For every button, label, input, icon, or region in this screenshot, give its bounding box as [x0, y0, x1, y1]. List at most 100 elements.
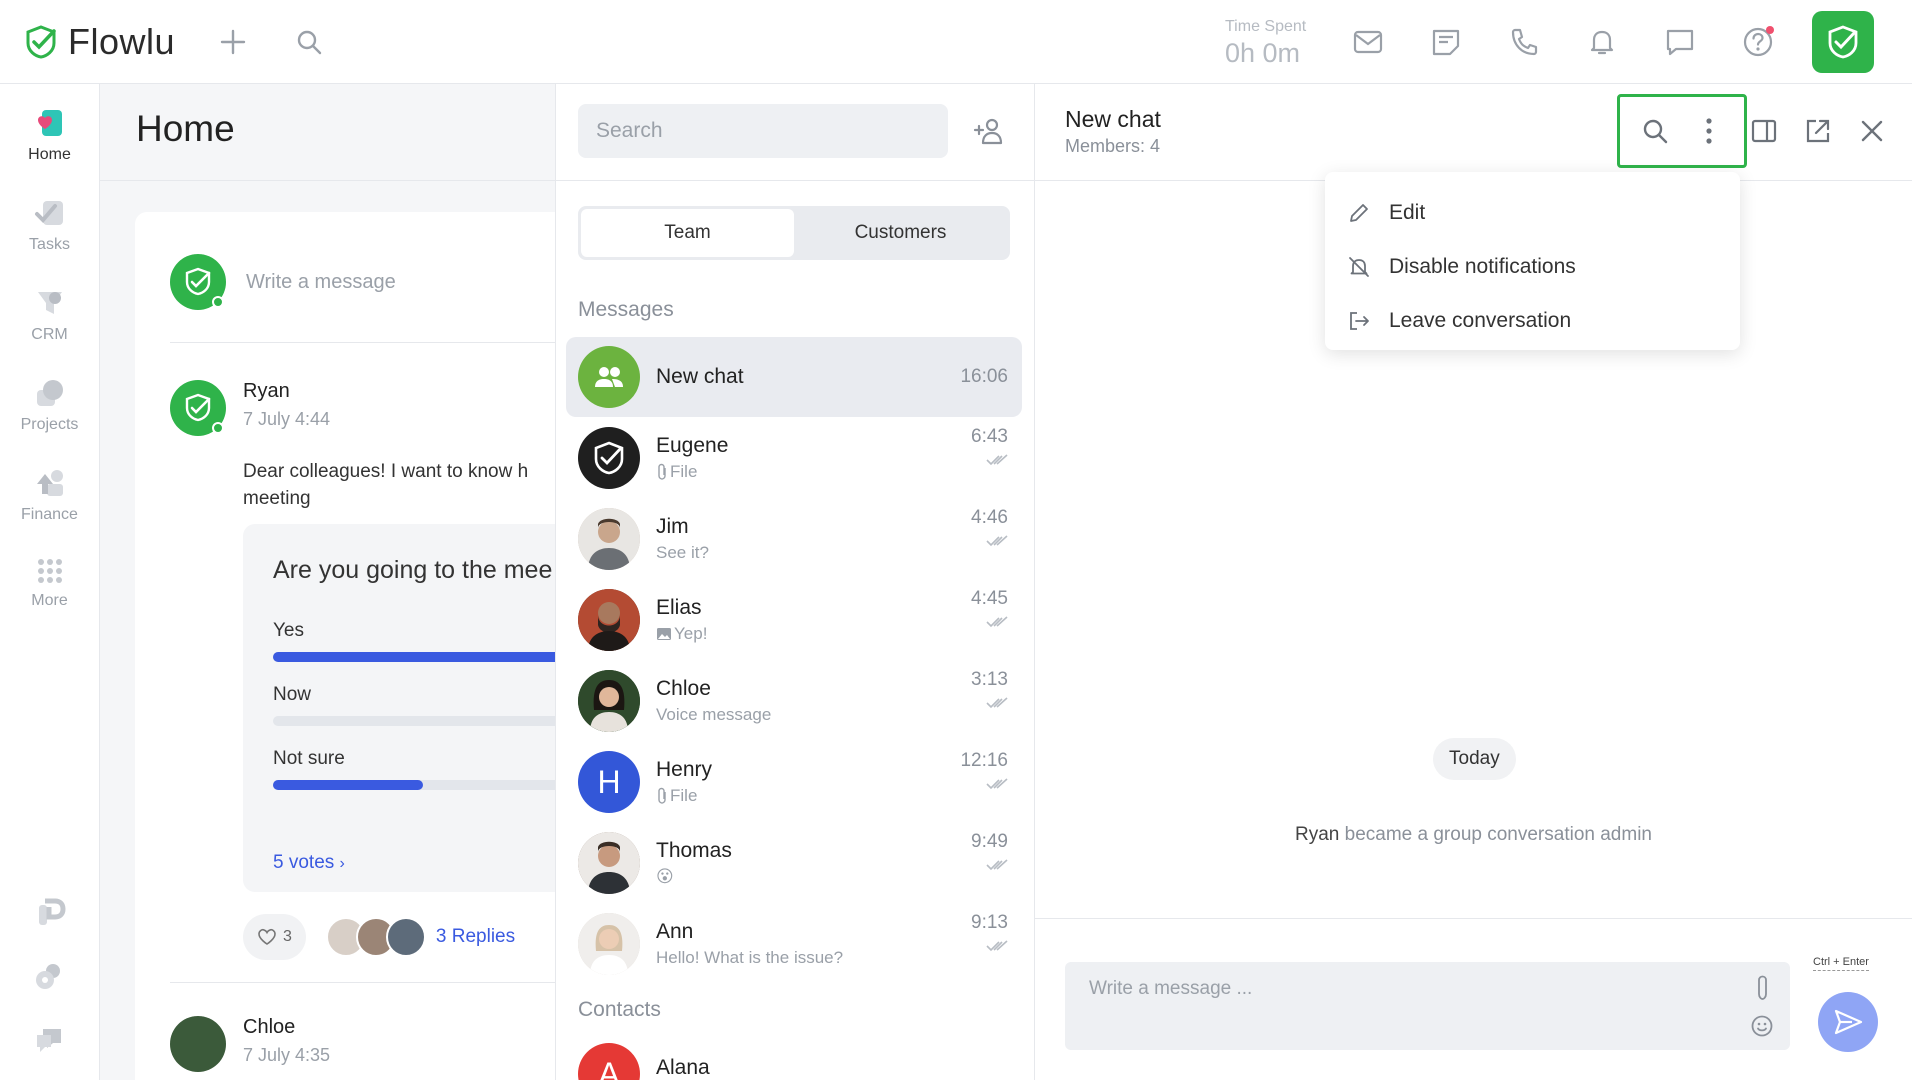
- post-date: 7 July 4:44: [243, 409, 331, 429]
- emoji-icon[interactable]: [1750, 1014, 1774, 1043]
- send-button[interactable]: [1818, 992, 1878, 1052]
- contact-item-alana[interactable]: A Alana: [566, 1034, 1022, 1080]
- divider: [170, 342, 555, 343]
- add-user-button[interactable]: [966, 108, 1012, 154]
- write-message-input[interactable]: Write a message: [246, 271, 396, 294]
- conversation-members[interactable]: Members: 4: [1065, 136, 1160, 157]
- write-message-row[interactable]: Write a message: [170, 254, 396, 310]
- chat-item-chloe[interactable]: Chloe Voice message 3:13: [566, 661, 1022, 741]
- open-external-icon[interactable]: [1795, 108, 1841, 154]
- contacts-header: Contacts: [578, 998, 661, 1021]
- chat-name: Chloe: [656, 677, 711, 700]
- page-title: Home: [136, 108, 235, 149]
- read-ticks-icon: [938, 697, 1008, 709]
- message-composer[interactable]: Write a message ...: [1065, 962, 1790, 1050]
- nav-label: Home: [28, 146, 71, 163]
- avatar: [578, 670, 640, 732]
- nav-item-projects[interactable]: Projects: [0, 354, 99, 444]
- apps-icon[interactable]: [30, 892, 70, 932]
- top-bar: Flowlu Time Spent 0h 0m: [0, 0, 1912, 84]
- mail-icon[interactable]: [1348, 22, 1388, 62]
- tab-team[interactable]: Team: [581, 209, 794, 257]
- menu-item-label: Leave conversation: [1389, 309, 1572, 332]
- poll-option[interactable]: Yes: [273, 620, 304, 642]
- phone-icon[interactable]: [1504, 22, 1544, 62]
- nav-label: Finance: [21, 506, 78, 523]
- menu-item-label: Edit: [1389, 201, 1426, 224]
- menu-item-leave-conversation[interactable]: Leave conversation: [1325, 294, 1740, 348]
- replies-link[interactable]: 3 Replies: [436, 926, 515, 948]
- chat-item-jim[interactable]: Jim See it? 4:46: [566, 499, 1022, 579]
- search-icon[interactable]: [289, 22, 329, 62]
- flowlu-shield-icon: [594, 441, 624, 475]
- search-icon[interactable]: [1632, 108, 1678, 154]
- paperclip-icon: [658, 787, 666, 804]
- post-text-line: Dear colleagues! I want to know h: [243, 461, 529, 482]
- chat-name: Eugene: [656, 434, 729, 457]
- support-chat-icon[interactable]: [30, 1020, 70, 1060]
- nav-item-more[interactable]: More: [0, 534, 99, 624]
- tab-customers[interactable]: Customers: [794, 209, 1007, 257]
- side-panel-icon[interactable]: [1741, 108, 1787, 154]
- image-icon: [657, 628, 671, 640]
- avatar: [170, 254, 226, 310]
- like-button[interactable]: 3: [243, 914, 306, 960]
- chat-name: Henry: [656, 758, 713, 781]
- help-icon[interactable]: [1738, 22, 1778, 62]
- poll-votes-link[interactable]: 5 votes ›: [273, 852, 345, 874]
- nav-item-home[interactable]: Home: [0, 84, 99, 174]
- avatar: [578, 427, 640, 489]
- poll: Are you going to the mee Yes Now Not sur…: [243, 524, 555, 892]
- chat-preview: Voice message: [656, 705, 772, 724]
- chat-icon[interactable]: [1660, 22, 1700, 62]
- poll-option[interactable]: Now: [273, 684, 311, 706]
- chat-item-henry[interactable]: H Henry File 12:16: [566, 742, 1022, 822]
- chat-item-ann[interactable]: Ann Hello! What is the issue? 9:13: [566, 904, 1022, 984]
- like-count: 3: [283, 928, 292, 945]
- paperclip-icon[interactable]: [1754, 974, 1772, 1007]
- chat-item-eugene[interactable]: Eugene File 6:43: [566, 418, 1022, 498]
- post-header: Ryan 7 July 4:44: [170, 380, 330, 436]
- send-shortcut-hint[interactable]: Ctrl + Enter: [1813, 956, 1869, 971]
- divider: [556, 180, 1034, 181]
- nav-item-crm[interactable]: CRM: [0, 264, 99, 354]
- app-name: Flowlu: [68, 20, 176, 62]
- chat-time: 4:46: [971, 507, 1008, 528]
- post-author[interactable]: Chloe: [243, 1016, 330, 1039]
- chat-name: Elias: [656, 596, 702, 619]
- chat-search-input[interactable]: Search: [578, 104, 948, 158]
- settings-icon[interactable]: [30, 956, 70, 996]
- chat-item-elias[interactable]: Elias Yep! 4:45: [566, 580, 1022, 660]
- add-icon[interactable]: [213, 22, 253, 62]
- chevron-right-icon: ›: [339, 855, 345, 872]
- chat-item-thomas[interactable]: Thomas 😮 9:49: [566, 823, 1022, 903]
- avatar[interactable]: [170, 1016, 226, 1072]
- online-indicator: [212, 296, 224, 308]
- read-ticks-icon: [938, 454, 1008, 466]
- avatar: [578, 346, 640, 408]
- messages-header: Messages: [578, 298, 674, 321]
- chat-preview: See it?: [656, 543, 709, 562]
- nav-item-tasks[interactable]: Tasks: [0, 174, 99, 264]
- app-logo[interactable]: Flowlu: [24, 21, 175, 63]
- menu-item-edit[interactable]: Edit: [1325, 186, 1740, 240]
- system-actor[interactable]: Ryan: [1295, 824, 1339, 845]
- menu-item-disable-notifications[interactable]: Disable notifications: [1325, 240, 1740, 294]
- chat-time: 12:16: [960, 750, 1008, 771]
- nav-label: Tasks: [29, 236, 70, 253]
- app-launcher-button[interactable]: [1812, 11, 1874, 73]
- chat-time: 9:13: [971, 912, 1008, 933]
- leave-icon: [1347, 309, 1375, 333]
- reply-avatars: [325, 917, 426, 957]
- heart-icon: [258, 928, 276, 945]
- avatar: H: [578, 751, 640, 813]
- more-vertical-icon[interactable]: [1686, 108, 1732, 154]
- bell-icon[interactable]: [1582, 22, 1622, 62]
- avatar[interactable]: [170, 380, 226, 436]
- notes-icon[interactable]: [1426, 22, 1466, 62]
- poll-option[interactable]: Not sure: [273, 748, 345, 770]
- nav-item-finance[interactable]: Finance: [0, 444, 99, 534]
- chat-item-new-chat[interactable]: New chat 16:06: [566, 337, 1022, 417]
- close-icon[interactable]: [1849, 108, 1895, 154]
- post-author[interactable]: Ryan: [243, 380, 330, 403]
